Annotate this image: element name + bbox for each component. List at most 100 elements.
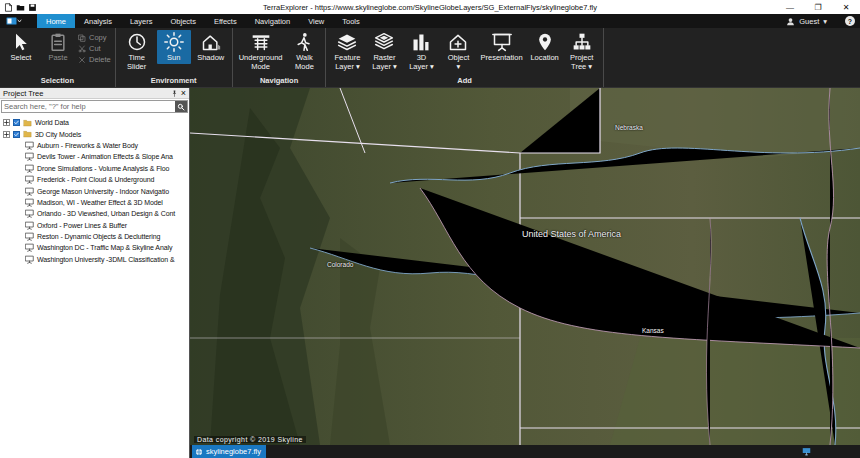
menu-tab[interactable]: Analysis: [75, 14, 121, 28]
tree-item[interactable]: Washington DC - Traffic Map & Skyline An…: [0, 242, 189, 253]
close-button[interactable]: ✕: [832, 3, 860, 12]
map-label[interactable]: Colorado: [327, 261, 353, 268]
underground-mode-button[interactable]: UndergroundMode: [237, 30, 285, 72]
underground-mode-icon: [251, 32, 271, 52]
shadow-button[interactable]: Shadow: [194, 30, 228, 64]
tree-item[interactable]: Auburn - Fireworks & Water Body: [0, 140, 189, 151]
button-label: WalkMode: [295, 54, 314, 71]
walk-mode-button[interactable]: WalkMode: [287, 30, 321, 72]
tree-item[interactable]: Oxford - Power Lines & Buffer: [0, 220, 189, 231]
help-button[interactable]: ?: [845, 16, 855, 26]
restore-button[interactable]: ❐: [804, 3, 832, 12]
raster-layer-button[interactable]: RasterLayer ▾: [367, 30, 401, 72]
minimize-button[interactable]: —: [776, 3, 804, 12]
menu-tab[interactable]: Layers: [121, 14, 162, 28]
copy-button[interactable]: Copy: [78, 33, 111, 42]
tree-item[interactable]: Madison, WI - Weather Effect & 3D Model: [0, 197, 189, 208]
button-content: FeatureLayer ▾: [335, 32, 361, 71]
button-label-line: Layer ▾: [372, 63, 397, 72]
map-label[interactable]: Kansas: [642, 327, 664, 334]
tree-item-label: 3D City Models: [35, 131, 81, 138]
presentation-icon: [25, 221, 34, 230]
tree-item[interactable]: Orlando - 3D Viewshed, Urban Design & Co…: [0, 208, 189, 219]
map-label[interactable]: Nebraska: [615, 124, 643, 131]
tree-item[interactable]: World Data: [0, 117, 189, 128]
button-label-line: Time: [127, 54, 146, 63]
project-tree-panel: Project Tree× World Data 3D City Models Aub…: [0, 88, 190, 458]
cut-button[interactable]: Cut: [78, 44, 111, 53]
location-button[interactable]: Location: [528, 30, 562, 64]
tree-item-label: Drone Simulations - Volume Analysis & Fl…: [37, 165, 169, 172]
status-bar: skylineglobe7.fly: [190, 445, 860, 458]
tree-item[interactable]: Devils Tower - Animation Effects & Slope…: [0, 151, 189, 162]
pin-icon[interactable]: [171, 90, 178, 97]
tree-item[interactable]: 3D City Models: [0, 128, 189, 139]
checkbox[interactable]: [13, 131, 20, 138]
select-button[interactable]: Select: [4, 30, 38, 64]
button-content: Paste: [48, 32, 68, 63]
checkbox[interactable]: [13, 119, 20, 126]
project-tree-button[interactable]: ProjectTree ▾: [565, 30, 599, 72]
tree-item[interactable]: Washington University -3DML Classificati…: [0, 254, 189, 265]
menu-tab-label: Analysis: [84, 17, 112, 26]
search-input[interactable]: [2, 101, 175, 112]
ribbon-group-items: FeatureLayer ▾RasterLayer ▾3DLayer ▾Obje…: [330, 30, 598, 76]
3d-layer-button[interactable]: 3DLayer ▾: [404, 30, 438, 72]
feature-layer-button[interactable]: FeatureLayer ▾: [330, 30, 364, 72]
menu-tab[interactable]: Tools: [333, 14, 369, 28]
tree-item-label: Orlando - 3D Viewshed, Urban Design & Co…: [37, 210, 175, 217]
button-label: Cut: [89, 44, 101, 53]
menu-tab[interactable]: Navigation: [246, 14, 299, 28]
menu-tab-label: Home: [46, 17, 66, 26]
panel-header: Project Tree×: [0, 88, 189, 99]
paste-button[interactable]: Paste: [41, 30, 75, 64]
presentation-icon: [25, 175, 34, 184]
status-spacer: [266, 445, 801, 458]
copy-icon: [78, 34, 86, 42]
time-slider-button[interactable]: TimeSlider: [120, 30, 154, 72]
quick-access-toolbar: [0, 3, 150, 12]
window-controls: —❐✕: [710, 3, 860, 12]
status-indicator[interactable]: [801, 445, 860, 458]
tree-item-label: Devils Tower - Animation Effects & Slope…: [37, 153, 173, 160]
tree-item[interactable]: Frederick - Point Cloud & Underground: [0, 174, 189, 185]
menu-tab[interactable]: Objects: [161, 14, 204, 28]
document-tab[interactable]: skylineglobe7.fly: [192, 445, 266, 458]
account-menu[interactable]: Guest▾?: [786, 14, 860, 28]
new-document-icon[interactable]: [4, 3, 13, 12]
map-label[interactable]: United States of America: [522, 229, 621, 239]
expander[interactable]: [3, 131, 10, 138]
button-label: Object▾: [448, 54, 470, 71]
expander[interactable]: [3, 119, 10, 126]
button-label-line: Select: [11, 54, 32, 63]
button-content: Presentation: [480, 32, 522, 63]
save-icon[interactable]: [28, 3, 37, 12]
presentation-icon: [25, 255, 34, 264]
paste-clipboard-icon: [48, 32, 68, 52]
panel-close-button[interactable]: ×: [181, 89, 186, 98]
check-icon: [14, 120, 19, 125]
delete-button[interactable]: Delete: [78, 55, 111, 64]
open-folder-icon[interactable]: [16, 3, 25, 12]
tree-item-label: Madison, WI - Weather Effect & 3D Model: [37, 199, 163, 206]
menu-tab[interactable]: Effects: [205, 14, 246, 28]
search-button[interactable]: [175, 101, 187, 112]
button-label-line: 3D: [409, 54, 434, 63]
menu-tab[interactable]: Home: [37, 14, 75, 28]
tree-item[interactable]: Drone Simulations - Volume Analysis & Fl…: [0, 163, 189, 174]
map-view[interactable]: Nebraska United States of America Colorado…: [190, 88, 860, 445]
button-label: Paste: [48, 54, 67, 63]
object-button[interactable]: Object▾: [441, 30, 475, 72]
copyright-notice: Data copyright © 2019 Skyline: [194, 436, 306, 443]
ribbon-group: SelectPasteCopyCutDeleteSelection: [0, 28, 116, 87]
tree-item[interactable]: George Mason University - Indoor Navigat…: [0, 185, 189, 196]
sun-button[interactable]: Sun: [157, 30, 191, 64]
presentation-button[interactable]: Presentation: [478, 30, 524, 64]
tree-item[interactable]: Reston - Dynamic Objects & Decluttering: [0, 231, 189, 242]
tree-item-label: Washington DC - Traffic Map & Skyline An…: [37, 244, 172, 251]
presentation-icon: [25, 164, 34, 173]
application-menu-button[interactable]: [0, 14, 28, 28]
folder-icon: [23, 119, 32, 127]
ribbon-group-label: Navigation: [237, 76, 322, 86]
menu-tab[interactable]: View: [299, 14, 333, 28]
